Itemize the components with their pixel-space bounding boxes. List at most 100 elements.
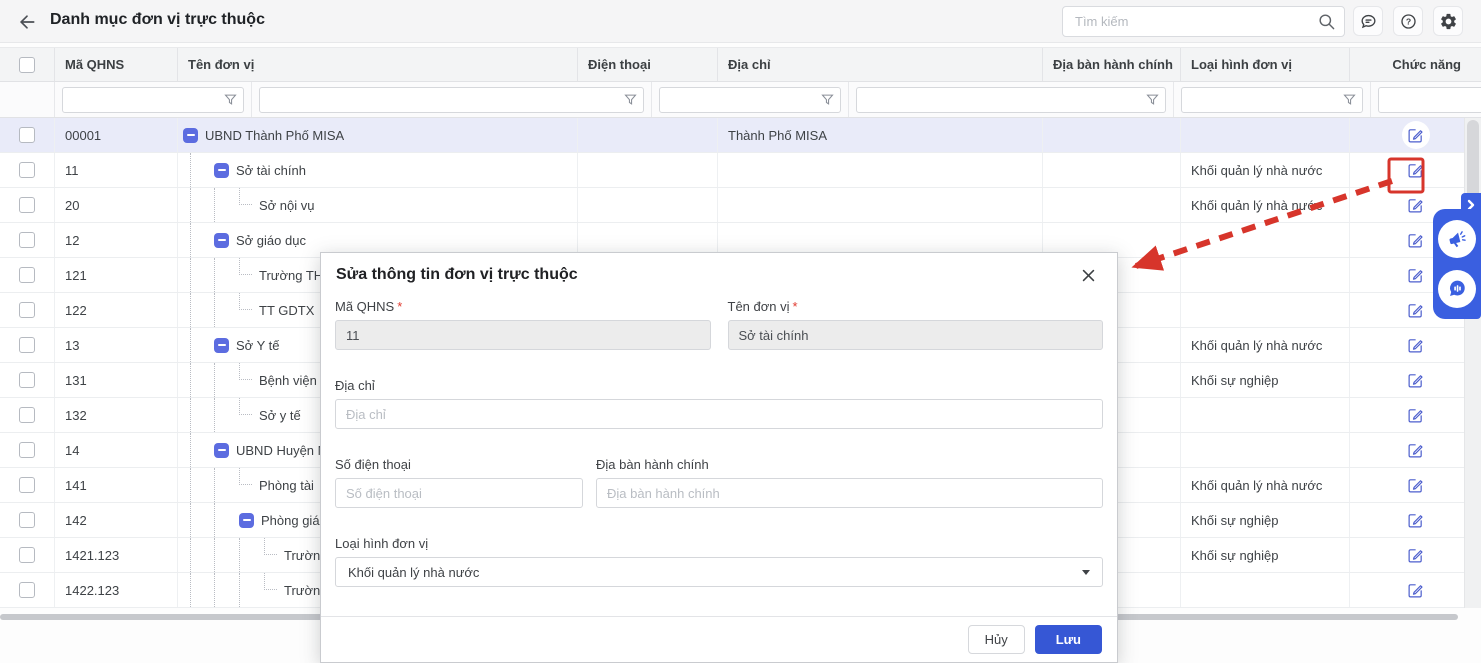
filter-dien-thoai[interactable] [659, 87, 841, 113]
select-all-checkbox[interactable] [19, 57, 35, 73]
so-dien-thoai-field[interactable] [335, 478, 583, 508]
collapse-icon[interactable] [214, 443, 229, 458]
table-row[interactable]: 11 Sở tài chính Khối quản lý nhà nước [0, 153, 1481, 188]
filter-loai-hinh-input[interactable] [1384, 93, 1481, 107]
edit-button[interactable] [1402, 471, 1430, 499]
cell-loai-hinh: Khối sự nghiệp [1181, 538, 1350, 572]
row-checkbox[interactable] [19, 512, 35, 528]
search-box[interactable] [1062, 6, 1345, 37]
help-button[interactable]: ? [1393, 6, 1423, 36]
edit-button[interactable] [1402, 401, 1430, 429]
cell-dia-ban [1043, 118, 1181, 152]
tree-elbow-icon [239, 188, 252, 205]
dia-chi-field[interactable] [335, 399, 1103, 429]
filter-funnel-icon[interactable] [1145, 92, 1160, 107]
row-checkbox[interactable] [19, 442, 35, 458]
col-header-dia-chi[interactable]: Địa chỉ [718, 48, 1043, 81]
col-header-loai-hinh[interactable]: Loại hình đơn vị [1181, 48, 1350, 81]
dia-ban-field[interactable] [596, 478, 1103, 508]
row-checkbox[interactable] [19, 267, 35, 283]
edit-button[interactable] [1402, 366, 1430, 394]
collapse-icon[interactable] [214, 163, 229, 178]
modal-footer: Hủy Lưu [321, 616, 1117, 662]
tree-guide [190, 258, 214, 292]
edit-button[interactable] [1402, 156, 1430, 184]
filter-dien-thoai-input[interactable] [665, 93, 820, 107]
edit-button[interactable] [1402, 436, 1430, 464]
tree-guide [190, 433, 214, 467]
close-button[interactable] [1074, 261, 1102, 289]
tree-guide [190, 153, 214, 187]
cancel-button[interactable]: Hủy [968, 625, 1025, 654]
edit-button[interactable] [1402, 121, 1430, 149]
tree-guide [190, 398, 214, 432]
settings-button[interactable] [1433, 6, 1463, 36]
row-checkbox[interactable] [19, 407, 35, 423]
edit-button[interactable] [1402, 191, 1430, 219]
collapse-icon[interactable] [214, 338, 229, 353]
row-checkbox[interactable] [19, 232, 35, 248]
cell-dia-ban [1043, 153, 1181, 187]
col-header-dia-ban[interactable]: Địa bàn hành chính [1043, 48, 1181, 81]
cell-ma-qhns: 00001 [55, 118, 178, 152]
vertical-scrollbar[interactable] [1464, 118, 1481, 608]
ma-qhns-field[interactable] [335, 320, 711, 350]
table-row[interactable]: 20 Sở nội vụ Khối quản lý nhà nước [0, 188, 1481, 223]
edit-button[interactable] [1402, 226, 1430, 254]
edit-button[interactable] [1402, 576, 1430, 604]
col-header-ma-qhns[interactable]: Mã QHNS [55, 48, 178, 81]
row-checkbox[interactable] [19, 337, 35, 353]
support-chat-button[interactable] [1438, 270, 1476, 308]
search-icon[interactable] [1317, 12, 1336, 31]
filter-ten-don-vi[interactable] [259, 87, 644, 113]
filter-funnel-icon[interactable] [820, 92, 835, 107]
filter-ma-qhns[interactable] [62, 87, 244, 113]
col-header-dien-thoai[interactable]: Điện thoại [578, 48, 718, 81]
ten-don-vi-field[interactable] [728, 320, 1104, 350]
filter-funnel-icon[interactable] [1342, 92, 1357, 107]
filter-dia-chi-input[interactable] [862, 93, 1145, 107]
back-button[interactable] [14, 9, 40, 35]
collapse-icon[interactable] [214, 233, 229, 248]
filter-funnel-icon[interactable] [223, 92, 238, 107]
edit-button[interactable] [1402, 331, 1430, 359]
col-header-ten-don-vi[interactable]: Tên đơn vị [178, 48, 578, 81]
field-label-dia-ban: Địa bàn hành chính [596, 457, 1103, 472]
filter-ma-qhns-input[interactable] [68, 93, 223, 107]
collapse-icon[interactable] [239, 513, 254, 528]
modal-title: Sửa thông tin đơn vị trực thuộc [336, 266, 1074, 284]
table-row[interactable]: 00001 UBND Thành Phố MISA Thành Phố MISA [0, 118, 1481, 153]
row-checkbox[interactable] [19, 162, 35, 178]
row-checkbox[interactable] [19, 547, 35, 563]
edit-button[interactable] [1402, 296, 1430, 324]
row-checkbox[interactable] [19, 477, 35, 493]
filter-loai-hinh-select[interactable] [1378, 87, 1481, 113]
unit-name: Trường TH [259, 268, 323, 283]
filter-funnel-icon[interactable] [623, 92, 638, 107]
save-button[interactable]: Lưu [1035, 625, 1102, 654]
filter-dia-chi[interactable] [856, 87, 1166, 113]
edit-button[interactable] [1402, 506, 1430, 534]
row-checkbox[interactable] [19, 127, 35, 143]
row-checkbox[interactable] [19, 582, 35, 598]
filter-dia-ban-input[interactable] [1187, 93, 1342, 107]
edit-button[interactable] [1402, 261, 1430, 289]
search-input[interactable] [1075, 14, 1317, 29]
screen: Danh mục đơn vị trực thuộc ? Mã QHNS Tên… [0, 0, 1481, 663]
table-header: Mã QHNS Tên đơn vị Điện thoại Địa chỉ Đị… [0, 47, 1481, 82]
unit-name: Sở giáo dục [236, 233, 306, 248]
cell-ten-don-vi: Sở tài chính [178, 153, 578, 187]
edit-button[interactable] [1402, 541, 1430, 569]
filter-ten-don-vi-input[interactable] [265, 93, 623, 107]
cell-ma-qhns: 122 [55, 293, 178, 327]
feedback-button[interactable] [1353, 6, 1383, 36]
announcement-button[interactable] [1438, 220, 1476, 258]
row-checkbox[interactable] [19, 372, 35, 388]
cell-dia-ban [1043, 188, 1181, 222]
row-checkbox[interactable] [19, 197, 35, 213]
collapse-icon[interactable] [183, 128, 198, 143]
loai-hinh-select[interactable]: Khối quản lý nhà nước [335, 557, 1103, 587]
unit-name: Bệnh viện [259, 373, 317, 388]
filter-dia-ban[interactable] [1181, 87, 1363, 113]
row-checkbox[interactable] [19, 302, 35, 318]
